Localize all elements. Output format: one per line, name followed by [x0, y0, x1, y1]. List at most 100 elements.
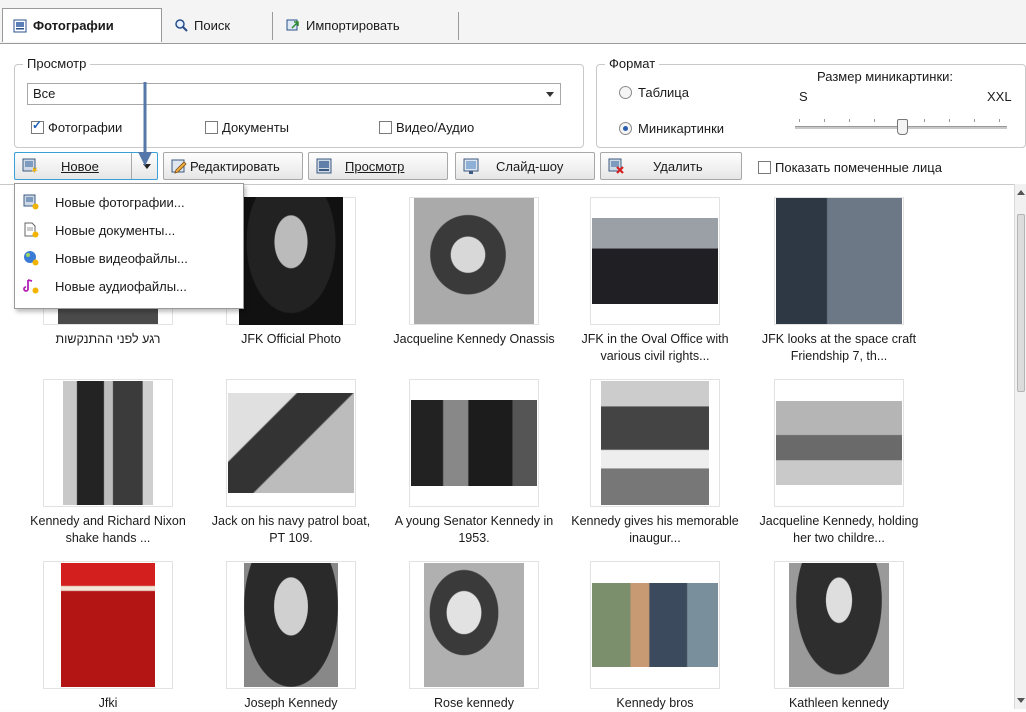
photo-thumbnail[interactable]: [226, 197, 356, 325]
radio-dot[interactable]: [619, 122, 632, 135]
delete-button[interactable]: Удалить: [600, 152, 742, 180]
tab-search[interactable]: Поиск: [164, 8, 268, 42]
photo-caption: Jacqueline Kennedy, holding her two chil…: [759, 514, 919, 545]
menu-item-new-audio[interactable]: Новые аудиофайлы...: [15, 272, 241, 300]
view-legend: Просмотр: [23, 56, 91, 71]
photo-caption: Kathleen kennedy: [788, 696, 890, 710]
new-video-icon: [24, 251, 39, 266]
photo-thumbnail[interactable]: [774, 197, 904, 325]
photo-caption: Kennedy and Richard Nixon shake hands ..…: [30, 514, 186, 545]
slider-thumb[interactable]: [897, 119, 908, 135]
table-radio[interactable]: Таблица: [619, 85, 689, 100]
delete-button-label: Удалить: [653, 158, 703, 174]
checkbox-box[interactable]: [379, 121, 392, 134]
vertical-scrollbar[interactable]: [1014, 184, 1026, 709]
menu-item-label: Новые видеофайлы...: [55, 250, 188, 266]
photos-tab-icon: [13, 19, 27, 32]
photo-thumbnail[interactable]: [43, 561, 173, 689]
photo-image: [789, 563, 889, 687]
photo-caption: רגע לפני ההתנקשות: [55, 332, 161, 346]
photo-caption: JFK Official Photo: [241, 332, 341, 346]
checkbox-box[interactable]: [205, 121, 218, 134]
edit-button-label: Редактировать: [190, 158, 280, 174]
photo-thumbnail[interactable]: [409, 379, 539, 507]
photo-caption: A young Senator Kennedy in 1953.: [394, 514, 554, 545]
new-photo-icon: [22, 158, 38, 174]
photo-image: [776, 198, 902, 324]
view-filter-select[interactable]: Все: [27, 83, 561, 105]
tab-separator: [458, 12, 459, 40]
menu-item-label: Новые аудиофайлы...: [55, 278, 187, 294]
show-faces-checkbox[interactable]: Показать помеченные лица: [758, 160, 942, 175]
photo-image: [63, 381, 153, 505]
photo-thumbnail[interactable]: [590, 197, 720, 325]
photo-thumbnail[interactable]: [774, 561, 904, 689]
photo-thumbnail[interactable]: [43, 379, 173, 507]
photo-caption: Jacqueline Kennedy Onassis: [393, 332, 555, 346]
chevron-down-icon: [546, 92, 554, 97]
slideshow-icon: [463, 158, 479, 174]
photo-caption: Jack on his navy patrol boat, PT 109.: [211, 514, 371, 545]
photo-image: [411, 400, 537, 486]
scrollbar-thumb[interactable]: [1017, 214, 1025, 392]
select-value: Все: [33, 86, 56, 101]
photo-caption: JFK looks at the space craft Friendship …: [761, 332, 917, 363]
tab-label: Поиск: [194, 17, 231, 33]
menu-item-new-photos[interactable]: Новые фотографии...: [15, 188, 241, 216]
video-audio-checkbox[interactable]: Видео/Аудио: [379, 120, 474, 135]
radio-label: Миникартинки: [638, 121, 725, 136]
slider-tick: [799, 119, 800, 122]
slideshow-button-label: Слайд-шоу: [496, 158, 564, 174]
new-dropdown-menu: Новые фотографии... Новые документы... Н…: [14, 183, 244, 309]
tab-label: Импортировать: [306, 17, 400, 33]
view-icon: [316, 158, 332, 174]
checkbox-box[interactable]: [31, 118, 44, 134]
photo-caption: Joseph Kennedy: [244, 696, 338, 710]
radio-dot[interactable]: [619, 86, 632, 99]
photo-image: [592, 583, 718, 667]
checkbox-box[interactable]: [758, 161, 771, 174]
edit-icon: [171, 159, 187, 174]
slideshow-button[interactable]: Слайд-шоу: [455, 152, 595, 180]
pointer-arrow: [138, 82, 152, 166]
photo-thumbnail[interactable]: [226, 379, 356, 507]
split-divider: [131, 153, 132, 179]
slider-tick: [924, 119, 925, 122]
tab-separator: [272, 12, 273, 40]
view-button-label: Просмотр: [345, 158, 405, 174]
slider-tick: [824, 119, 825, 122]
photo-caption: Rose kennedy: [434, 696, 514, 710]
photo-thumbnail[interactable]: [590, 379, 720, 507]
edit-button[interactable]: Редактировать: [163, 152, 303, 180]
photo-caption: Kennedy gives his memorable inaugur...: [571, 514, 739, 545]
format-groupbox: Формат Таблица Миникартинки Размер миник…: [596, 56, 1026, 148]
scroll-down-icon[interactable]: [1017, 698, 1025, 703]
photo-thumbnail[interactable]: [409, 197, 539, 325]
checkbox-label: Показать помеченные лица: [775, 160, 942, 175]
photo-image: [424, 563, 524, 687]
tab-label: Фотографии: [33, 18, 114, 33]
photos-checkbox[interactable]: Фотографии: [31, 118, 122, 135]
thumbnails-radio[interactable]: Миникартинки: [619, 121, 724, 136]
menu-item-new-documents[interactable]: Новые документы...: [15, 216, 241, 244]
thumb-size-slider[interactable]: [795, 109, 1007, 135]
photo-image: [592, 218, 718, 304]
tab-import[interactable]: Импортировать: [276, 8, 456, 42]
slider-tick: [874, 119, 875, 122]
tab-photos[interactable]: Фотографии: [2, 8, 162, 42]
slider-tick: [974, 119, 975, 122]
photo-thumbnail[interactable]: [409, 561, 539, 689]
menu-item-new-videos[interactable]: Новые видеофайлы...: [15, 244, 241, 272]
thumb-size-min: S: [799, 89, 808, 104]
view-button[interactable]: Просмотр: [308, 152, 448, 180]
thumb-size-label: Размер миникартинки:: [817, 69, 954, 84]
thumb-size-max: XXL: [987, 89, 1012, 104]
scroll-up-icon[interactable]: [1017, 190, 1025, 195]
photo-thumbnail[interactable]: [774, 379, 904, 507]
new-audio-icon: [23, 279, 39, 294]
photo-thumbnail[interactable]: [226, 561, 356, 689]
photo-thumbnail[interactable]: [590, 561, 720, 689]
checkbox-label: Документы: [222, 120, 290, 135]
photo-caption: Kennedy bros: [616, 696, 694, 710]
documents-checkbox[interactable]: Документы: [205, 120, 289, 135]
